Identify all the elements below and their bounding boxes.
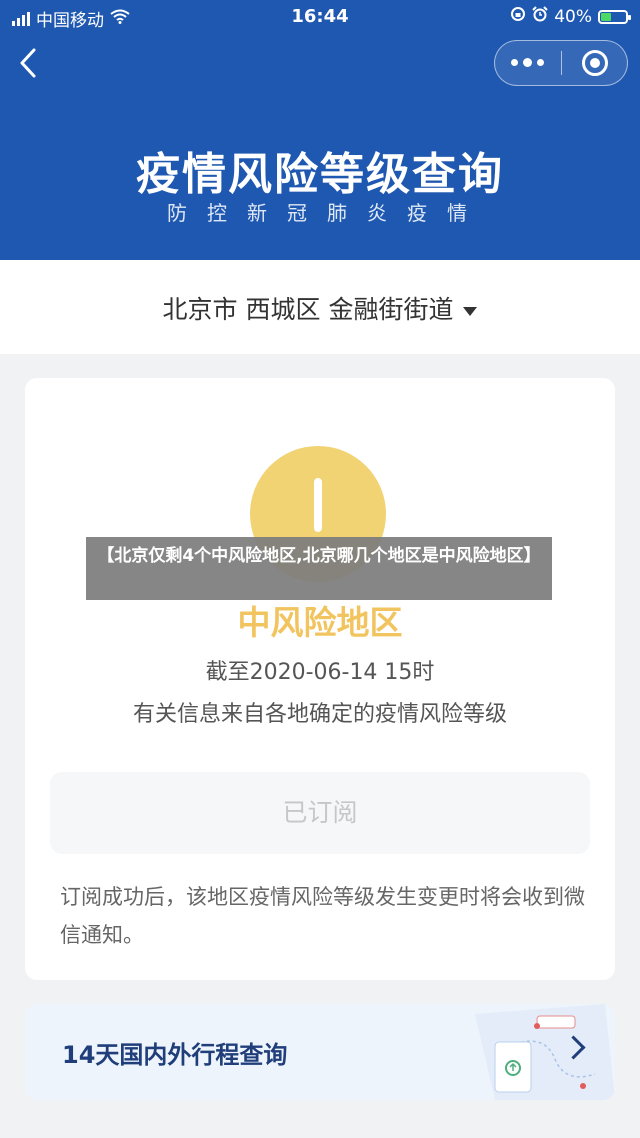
status-bar: 中国移动 16:44 40%	[0, 0, 640, 34]
more-icon[interactable]	[511, 58, 544, 67]
caret-down-icon	[463, 306, 478, 316]
status-right: 40%	[510, 6, 631, 27]
as-of-timestamp: 截至2020-06-14 15时	[205, 660, 435, 685]
back-button[interactable]	[16, 46, 52, 86]
location-selector[interactable]: 北京市 西城区 金融街街道	[0, 260, 640, 354]
overlay-caption: 【北京仅剩4个中风险地区,北京哪几个地区是中风险地区】	[86, 537, 552, 600]
exclamation-icon	[314, 478, 322, 532]
location-label: 北京市 西城区 金融街街道	[162, 295, 454, 324]
page-title: 疫情风险等级查询	[136, 149, 504, 200]
alarm-icon	[532, 6, 548, 27]
page-subtitle: 防控新冠肺炎疫情	[167, 201, 487, 225]
chevron-left-icon	[20, 48, 36, 78]
capsule-divider	[561, 51, 562, 75]
close-target-icon[interactable]	[582, 50, 608, 76]
location-dropdown[interactable]: 北京市 西城区 金融街街道	[0, 290, 640, 326]
battery-percent: 40%	[554, 6, 592, 27]
battery-level-fill	[601, 12, 611, 21]
itinerary-query-card[interactable]: 14天国内外行程查询	[25, 1004, 615, 1100]
miniprogram-capsule	[494, 40, 628, 86]
subscribe-note: 订阅成功后，该地区疫情风险等级发生变更时将会收到微信通知。	[60, 885, 585, 947]
itinerary-label: 14天国内外行程查询	[62, 1041, 288, 1069]
header: 中国移动 16:44 40% 疫情风险等级查询 防控新冠肺炎疫情	[0, 0, 640, 260]
map-route-illustration	[475, 1004, 615, 1100]
info-source-note: 有关信息来自各地确定的疫情风险等级	[132, 702, 507, 727]
subscribed-button[interactable]: 已订阅	[50, 772, 590, 854]
risk-level-text: 中风险地区	[237, 603, 403, 642]
lock-rotation-icon	[510, 6, 526, 27]
battery-icon	[598, 9, 631, 24]
